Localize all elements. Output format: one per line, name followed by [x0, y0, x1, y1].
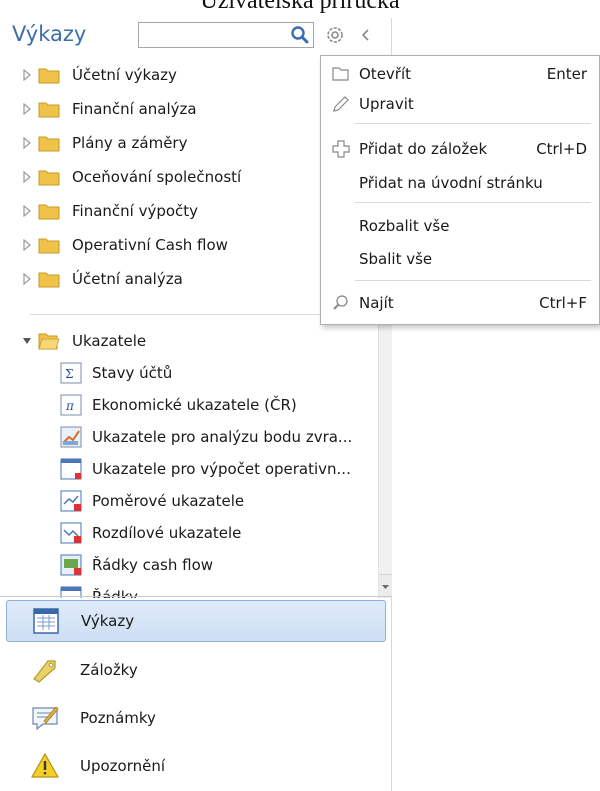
folder-icon: [38, 204, 60, 220]
menu-item-label: Upravit: [359, 95, 414, 113]
nav-button-label: Poznámky: [80, 709, 156, 727]
expand-arrow-icon[interactable]: [22, 205, 32, 217]
menu-item-find[interactable]: Najít Ctrl+F: [321, 288, 599, 318]
tree-folder-label: Ukazatele: [72, 332, 147, 350]
tree-folder-label: Oceňování společností: [72, 168, 242, 186]
tree-folder-label: Operativní Cash flow: [72, 236, 228, 254]
find-icon: [333, 295, 348, 310]
folder-icon: [38, 68, 60, 84]
sigma-icon: Σ: [60, 362, 82, 384]
diff-icon: [60, 522, 82, 544]
menu-item-label: Najít: [359, 294, 394, 312]
context-menu: Otevřít Enter Upravit Přidat do záložek …: [320, 55, 600, 325]
menu-separator: [355, 123, 591, 124]
document-title: Uživatelská příručka: [200, 0, 400, 14]
tree-item[interactable]: Ukazatele pro analýzu bodu zvra...: [0, 422, 376, 452]
tree-item[interactable]: Řádky cash flow: [0, 550, 376, 580]
add-icon: [332, 140, 350, 158]
tree-item[interactable]: π Ekonomické ukazatele (ČR): [0, 390, 376, 420]
search-icon[interactable]: [290, 25, 310, 45]
warning-icon: [30, 752, 60, 778]
tree-item[interactable]: Ukazatele pro výpočet operativn...: [0, 454, 376, 484]
menu-item-label: Sbalit vše: [359, 250, 433, 268]
expand-arrow-icon[interactable]: [22, 273, 32, 285]
search-input[interactable]: [141, 24, 287, 46]
tree-folder-label: Plány a záměry: [72, 134, 188, 152]
window-icon: [60, 458, 82, 480]
search-box[interactable]: [138, 22, 314, 48]
ratio-icon: [60, 490, 82, 512]
nav-button-label: Upozornění: [80, 757, 166, 775]
svg-text:Σ: Σ: [65, 367, 73, 381]
tree-folder-label: Finanční výpočty: [72, 202, 199, 220]
expand-arrow-icon[interactable]: [22, 239, 32, 251]
folder-icon: [38, 102, 60, 118]
cashflow-icon: [60, 554, 82, 576]
svg-text:π: π: [65, 399, 75, 413]
menu-item-label: Přidat do záložek: [359, 140, 488, 158]
nav-button-label: Záložky: [80, 661, 138, 679]
menu-item-expand-all[interactable]: Rozbalit vše: [321, 211, 599, 241]
menu-item-shortcut: Ctrl+D: [536, 140, 587, 158]
notes-icon: [32, 706, 59, 731]
collapse-panel-icon[interactable]: [355, 25, 375, 45]
menu-item-collapse-all[interactable]: Sbalit vše: [321, 244, 599, 274]
tree-item-label: Poměrové ukazatele: [92, 492, 245, 510]
tree-item[interactable]: Rozdílové ukazatele: [0, 518, 376, 548]
reports-icon: [33, 608, 59, 634]
menu-item-open[interactable]: Otevřít Enter: [321, 59, 599, 89]
menu-separator: [355, 280, 591, 281]
menu-item-add-bookmark[interactable]: Přidat do záložek Ctrl+D: [321, 134, 599, 164]
folder-icon: [38, 136, 60, 152]
tree-folder-label: Účetní analýza: [72, 270, 183, 288]
tree-item[interactable]: Σ Stavy účtů: [0, 358, 376, 388]
menu-item-shortcut: Ctrl+F: [539, 294, 587, 312]
tree-item-label: Řádky cash flow: [92, 556, 214, 574]
tree-item[interactable]: Poměrové ukazatele: [0, 486, 376, 516]
tree-folder-expanded[interactable]: Ukazatele: [0, 326, 376, 356]
tree-folder-label: Finanční analýza: [72, 100, 197, 118]
tree-folder-label: Účetní výkazy: [72, 66, 177, 84]
open-folder-icon: [332, 67, 349, 81]
pi-icon: π: [60, 394, 82, 416]
folder-icon: [38, 272, 60, 288]
expand-arrow-icon[interactable]: [22, 137, 32, 149]
menu-item-label: Přidat na úvodní stránku: [359, 174, 543, 192]
nav-button-bookmarks[interactable]: Záložky: [6, 649, 386, 691]
nav-button-reports[interactable]: Výkazy: [6, 600, 386, 642]
tree-item-label: Ukazatele pro analýzu bodu zvra...: [92, 428, 353, 446]
panel-title: Výkazy: [12, 22, 87, 46]
menu-item-label: Rozbalit vše: [359, 217, 450, 235]
tree-item-label: Ekonomické ukazatele (ČR): [92, 396, 297, 414]
expand-arrow-icon[interactable]: [22, 69, 32, 81]
panel-header: Výkazy: [0, 18, 392, 54]
menu-item-label: Otevřít: [359, 65, 412, 83]
gear-icon[interactable]: [325, 25, 345, 45]
chart-icon: [60, 426, 82, 448]
menu-item-edit[interactable]: Upravit: [321, 89, 599, 119]
pencil-icon: [333, 96, 349, 112]
nav-button-label: Výkazy: [81, 612, 135, 630]
tree-item-label: Ukazatele pro výpočet operativn...: [92, 460, 351, 478]
menu-item-shortcut: Enter: [546, 65, 587, 83]
bookmark-icon: [33, 660, 56, 683]
folder-icon: [38, 170, 60, 186]
menu-item-add-to-home[interactable]: Přidat na úvodní stránku: [321, 168, 599, 198]
scroll-down-button[interactable]: [379, 574, 392, 598]
expand-arrow-icon[interactable]: [22, 103, 32, 115]
collapse-arrow-icon[interactable]: [22, 335, 32, 347]
tree-item-label: Rozdílové ukazatele: [92, 524, 242, 542]
navigation-divider: [0, 596, 392, 597]
tree-item-label: Stavy účtů: [92, 364, 173, 382]
expand-arrow-icon[interactable]: [22, 171, 32, 183]
folder-icon: [38, 238, 60, 254]
nav-button-warnings[interactable]: Upozornění: [6, 745, 386, 787]
nav-button-notes[interactable]: Poznámky: [6, 697, 386, 739]
menu-separator: [355, 202, 591, 203]
open-folder-icon: [38, 333, 60, 350]
